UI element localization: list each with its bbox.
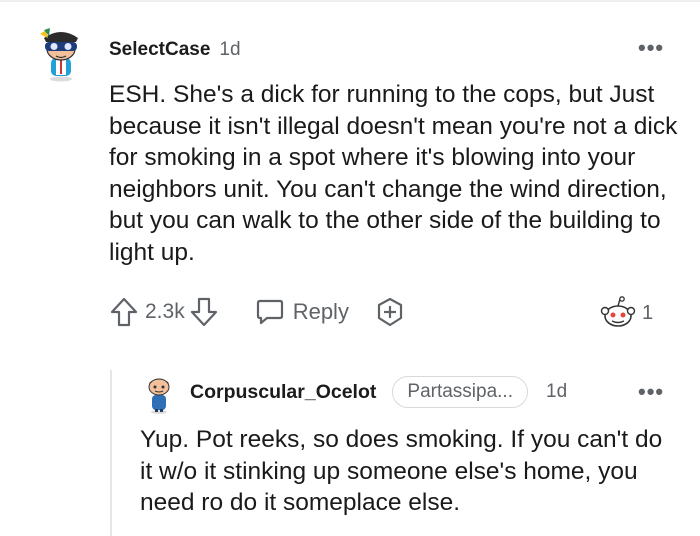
comment-more-options-icon[interactable]: ••• [638,37,664,59]
reply-label: Reply [292,299,349,324]
snoo-face-icon [600,296,636,327]
comment-author[interactable]: SelectCase [109,39,210,61]
user-flair-badge: Partassipa... [392,376,528,408]
downvote-arrow-icon[interactable] [189,296,219,328]
user-avatar[interactable] [36,28,86,82]
reply-user-avatar[interactable] [144,374,174,414]
speech-bubble-icon [256,299,283,325]
comment-timestamp: 1d [219,39,241,60]
top-divider [0,0,700,2]
comment-header: SelectCase 1d [109,38,241,62]
thread-line[interactable] [110,370,112,536]
reply-timestamp: 1d [546,381,568,402]
comment-body: ESH. She's a dick for running to the cop… [109,81,678,266]
comment-actions: 2.3k Reply [109,294,405,330]
award-count: 1 [642,301,654,324]
reply-header: Corpuscular_Ocelot Partassipa... 1d [190,376,567,408]
vote-count: 2.3k [145,300,185,323]
upvote-arrow-icon[interactable] [109,296,139,328]
reply-author[interactable]: Corpuscular_Ocelot [190,381,376,404]
reply-more-options-icon[interactable]: ••• [638,381,664,403]
reply-button[interactable]: Reply [255,297,349,327]
give-award-icon[interactable] [375,297,405,327]
awards-received[interactable]: 1 [600,296,653,330]
reply-body: Yup. Pot reeks, so does smoking. If you … [140,426,663,516]
